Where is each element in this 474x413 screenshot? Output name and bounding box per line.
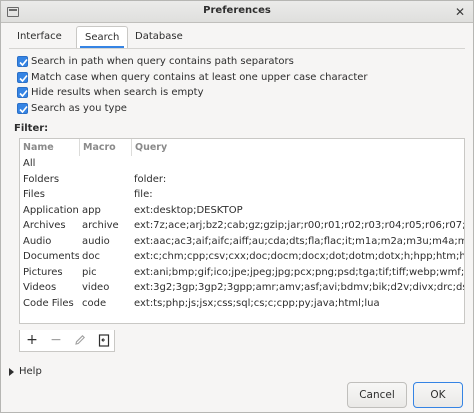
table-row[interactable]: Archives archive ext:7z;ace;arj;bz2;cab;… — [20, 218, 465, 234]
checkbox-checked-icon[interactable] — [17, 56, 28, 67]
row-name: Files — [23, 189, 45, 200]
column-header-name[interactable]: Name — [20, 139, 54, 156]
ok-button[interactable]: OK — [413, 382, 463, 408]
help-label: Help — [19, 366, 42, 377]
checkbox-checked-icon[interactable] — [17, 72, 28, 83]
table-row[interactable]: Pictures pic ext:ani;bmp;gif;ico;jpe;jpe… — [20, 265, 465, 281]
column-header-query[interactable]: Query — [131, 139, 167, 156]
pencil-icon — [75, 335, 85, 345]
row-macro: archive — [82, 220, 119, 231]
row-macro: audio — [82, 235, 110, 247]
row-query: file: — [134, 189, 153, 200]
row-query: ext:c;chm;cpp;csv;cxx;doc;docm;docx;dot;… — [134, 251, 464, 262]
filter-table: Name Macro Query All Folders folder: Fil… — [19, 138, 465, 324]
restore-defaults-button[interactable] — [92, 330, 116, 351]
expander-arrow-icon — [9, 368, 14, 376]
row-name: Audio — [23, 235, 52, 247]
row-name: Code Files — [23, 297, 74, 309]
row-macro: app — [82, 204, 101, 216]
filter-toolbar: + − — [19, 330, 115, 352]
row-query: ext:desktop;DESKTOP — [134, 204, 243, 216]
option-label: Match case when query contains at least … — [31, 72, 368, 83]
row-macro: video — [82, 282, 110, 293]
row-name: Archives — [23, 220, 66, 231]
checkbox-checked-icon[interactable] — [17, 87, 28, 98]
option-label: Search in path when query contains path … — [31, 56, 294, 67]
table-row[interactable]: Files file: — [20, 187, 464, 203]
row-name: All — [23, 158, 36, 169]
remove-filter-button[interactable]: − — [44, 330, 68, 351]
row-name: Videos — [23, 282, 57, 293]
add-filter-button[interactable]: + — [20, 330, 44, 351]
table-row[interactable]: Folders folder: — [20, 172, 464, 188]
cancel-button[interactable]: Cancel — [347, 382, 407, 408]
row-name: Folders — [23, 173, 60, 185]
preferences-window: Preferences ✕ Interface Search Database … — [0, 0, 474, 413]
table-row[interactable]: Code Files code ext:ts;php;js;jsx;css;sq… — [20, 296, 464, 312]
row-macro: code — [82, 297, 107, 309]
row-name: Pictures — [23, 266, 63, 278]
search-settings-panel: Search in path when query contains path … — [9, 48, 465, 359]
tab-search[interactable]: Search — [76, 26, 129, 48]
document-restore-icon — [98, 334, 110, 347]
option-label: Search as you type — [31, 103, 127, 114]
row-query: ext:7z;ace;arj;bz2;cab;gz;gzip;jar;r00;r… — [134, 220, 465, 231]
row-name: Applications — [23, 204, 79, 216]
filter-heading: Filter: — [14, 123, 49, 134]
tab-database[interactable]: Database — [127, 26, 191, 48]
row-name: Documents — [23, 251, 79, 262]
table-row[interactable]: Videos video ext:3g2;3gp;3gp2;3gpp;amr;a… — [20, 280, 465, 296]
tab-interface[interactable]: Interface — [9, 26, 70, 48]
table-row[interactable]: Documents doc ext:c;chm;cpp;csv;cxx;doc;… — [20, 249, 464, 265]
row-query: ext:ts;php;js;jsx;css;sql;cs;c;cpp;py;ja… — [134, 297, 380, 309]
table-row[interactable]: All — [20, 156, 464, 172]
checkbox-checked-icon[interactable] — [17, 103, 28, 114]
option-label: Hide results when search is empty — [31, 87, 204, 98]
edit-filter-button[interactable] — [68, 330, 92, 351]
row-query: folder: — [134, 173, 167, 185]
window-title: Preferences — [203, 5, 271, 16]
table-row[interactable]: Applications app ext:desktop;DESKTOP — [20, 203, 464, 219]
row-query: ext:3g2;3gp;3gp2;3gpp;amr;amv;asf;avi;bd… — [134, 282, 465, 293]
title-bar[interactable]: Preferences ✕ — [1, 1, 473, 23]
table-header: Name Macro Query — [20, 139, 464, 156]
close-icon[interactable]: ✕ — [453, 5, 467, 19]
row-query: ext:aac;ac3;aif;aifc;aiff;au;cda;dts;fla… — [134, 235, 465, 247]
row-macro: pic — [82, 266, 97, 278]
row-macro: doc — [82, 251, 100, 262]
column-header-macro[interactable]: Macro — [79, 139, 116, 156]
table-row[interactable]: Audio audio ext:aac;ac3;aif;aifc;aiff;au… — [20, 234, 465, 250]
row-query: ext:ani;bmp;gif;ico;jpe;jpeg;jpg;pcx;png… — [134, 266, 465, 278]
